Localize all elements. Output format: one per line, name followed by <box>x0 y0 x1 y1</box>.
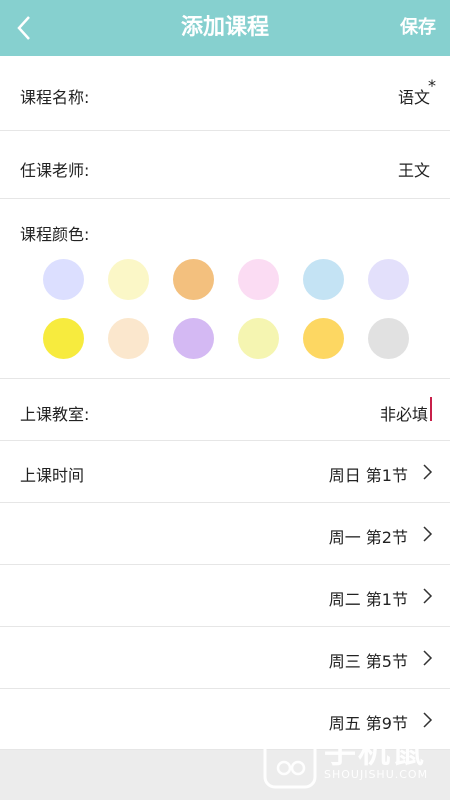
teacher-row[interactable]: 任课老师: 王文 <box>0 131 450 199</box>
time-slot-row[interactable]: 周三 第5节 <box>0 627 450 689</box>
watermark-subtext: SHOUJISHU.COM <box>324 768 429 781</box>
page-title: 添加课程 <box>180 15 269 40</box>
color-swatch[interactable] <box>368 318 409 359</box>
chevron-right-icon <box>423 650 433 666</box>
color-swatch[interactable] <box>303 259 344 300</box>
course-name-label: 课程名称: <box>20 88 90 107</box>
color-swatch[interactable] <box>173 259 214 300</box>
text-cursor <box>430 397 432 421</box>
color-swatch[interactable] <box>108 318 149 359</box>
class-time-row[interactable]: 上课时间 周日 第1节 <box>0 441 450 503</box>
class-time-label: 上课时间 <box>20 466 85 485</box>
chevron-right-icon <box>423 588 433 604</box>
color-swatch[interactable] <box>238 259 279 300</box>
classroom-label: 上课教室: <box>20 405 90 424</box>
course-color-label: 课程颜色: <box>20 225 90 244</box>
title-bar: 添加课程 保存 <box>0 0 450 56</box>
time-slot-row[interactable]: 周二 第1节 <box>0 565 450 627</box>
time-slot-value: 周一 第2节 <box>328 528 408 547</box>
required-mark: * <box>428 76 436 95</box>
time-slot-value: 周三 第5节 <box>328 652 408 671</box>
course-name-row[interactable]: 课程名称: 语文 * <box>0 56 450 131</box>
watermark-text: 手机鼠 <box>324 732 427 770</box>
color-swatch[interactable] <box>43 318 84 359</box>
time-slot-value: 周日 第1节 <box>328 466 408 485</box>
chevron-right-icon <box>423 464 433 480</box>
back-button[interactable] <box>6 8 42 48</box>
color-swatch[interactable] <box>238 318 279 359</box>
course-name-value[interactable]: 语文 <box>398 84 430 108</box>
teacher-label: 任课老师: <box>20 161 90 180</box>
save-button[interactable]: 保存 <box>400 0 436 56</box>
color-swatch[interactable] <box>173 318 214 359</box>
color-swatch[interactable] <box>368 259 409 300</box>
classroom-row[interactable]: 上课教室: 非必填 <box>0 379 450 441</box>
classroom-input[interactable]: 非必填 <box>380 401 428 425</box>
time-slot-row[interactable]: 周一 第2节 <box>0 503 450 565</box>
color-swatch[interactable] <box>43 259 84 300</box>
time-slot-value: 周二 第1节 <box>328 590 408 609</box>
mouse-logo-icon <box>263 729 317 789</box>
chevron-right-icon <box>423 526 433 542</box>
chevron-left-icon <box>17 16 30 40</box>
color-swatch[interactable] <box>108 259 149 300</box>
teacher-value[interactable]: 王文 <box>398 157 430 181</box>
color-swatch[interactable] <box>303 318 344 359</box>
watermark: 手机鼠 SHOUJISHU.COM <box>262 726 442 794</box>
